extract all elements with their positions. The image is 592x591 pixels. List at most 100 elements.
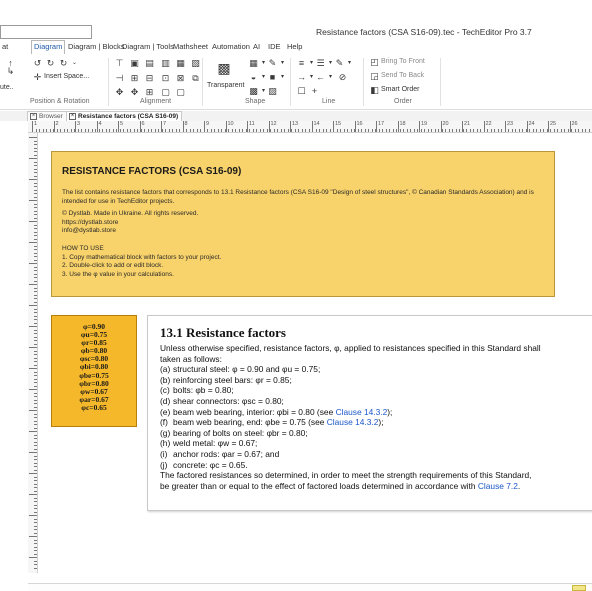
- group-icon[interactable]: ▢: [161, 88, 170, 97]
- close-icon[interactable]: ×: [69, 113, 76, 120]
- horizontal-ruler[interactable]: 1 2 3 4 5 6 7 8 9 10 11 12 13 14 15 16 17 18 19 20 21 22 23 24 2…: [28, 121, 592, 133]
- ruler-tick: [434, 129, 436, 132]
- shape-style-icon[interactable]: ◒: [249, 73, 258, 82]
- smart-order-button[interactable]: Smart Order: [381, 86, 420, 93]
- bring-to-front-icon[interactable]: ◰: [370, 58, 379, 67]
- rotate-icon[interactable]: ↻: [46, 59, 55, 68]
- quick-access-input[interactable]: [0, 25, 92, 39]
- standard-excerpt[interactable]: 13.1 Resistance factors Unless otherwise…: [147, 315, 592, 511]
- line-ends-icon[interactable]: ⊘: [338, 73, 347, 82]
- transparent-button[interactable]: Transparent: [207, 82, 244, 89]
- line-color-icon[interactable]: ✎: [335, 59, 344, 68]
- menu-help[interactable]: Help: [285, 41, 304, 52]
- clause-link[interactable]: Clause 14.3.2: [327, 417, 379, 427]
- menu-mathsheet[interactable]: Mathsheet: [171, 41, 210, 52]
- distribute-left-icon[interactable]: ✥: [115, 88, 124, 97]
- factors-math-block[interactable]: φ=0.90 φu=0.75 φr=0.85 φb=0.80 φsc=0.80 …: [51, 315, 137, 427]
- same-size-icon[interactable]: ⧉: [191, 74, 200, 83]
- ruler-tick: [34, 343, 37, 345]
- chevron-down-icon[interactable]: ▾: [307, 73, 316, 82]
- insert-space-icon[interactable]: ✛: [33, 73, 42, 82]
- menu-diagram[interactable]: Diagram: [31, 40, 66, 54]
- ruler-tick: [34, 522, 37, 523]
- bring-to-front-button[interactable]: Bring To Front: [381, 58, 425, 65]
- menu-automation[interactable]: Automation: [210, 41, 252, 52]
- rotate-left-icon[interactable]: ↺: [33, 59, 42, 68]
- align-top-icon[interactable]: ⊤: [115, 59, 124, 68]
- menu-diagram-tools[interactable]: Diagram | Tools: [120, 41, 176, 52]
- rotate-right-icon[interactable]: ↻: [59, 59, 68, 68]
- chevron-down-icon[interactable]: ▾: [326, 73, 335, 82]
- menu-diagram-blocks[interactable]: Diagram | Blocks: [66, 41, 127, 52]
- chevron-down-icon[interactable]: ▾: [278, 73, 287, 82]
- vertical-ruler[interactable]: [28, 133, 38, 573]
- distribute-right-icon[interactable]: ✥: [130, 88, 139, 97]
- align-left-icon[interactable]: ⊣: [115, 74, 124, 83]
- spacing-icon[interactable]: ⊞: [145, 88, 154, 97]
- ruler-tick: [252, 129, 254, 132]
- ungroup-icon[interactable]: ▢: [176, 88, 185, 97]
- fill-color-icon[interactable]: ■: [268, 73, 277, 82]
- align-center-icon[interactable]: ▦: [176, 59, 185, 68]
- menu-ai[interactable]: AI: [251, 41, 262, 52]
- ruler-tick: [56, 129, 58, 132]
- close-icon[interactable]: ×: [30, 113, 37, 120]
- ruler-tick: [522, 129, 523, 132]
- checkbox-icon[interactable]: ☐: [297, 87, 306, 96]
- insert-space-button[interactable]: Insert Space...: [44, 73, 89, 80]
- ruler-major-tick: [139, 121, 141, 132]
- image-icon[interactable]: ▨: [268, 87, 277, 96]
- same-height-icon[interactable]: ⊠: [176, 74, 185, 83]
- chevron-down-icon[interactable]: ▾: [326, 59, 335, 68]
- align-middle-icon[interactable]: ▣: [130, 59, 139, 68]
- chevron-down-icon[interactable]: ▾: [345, 59, 354, 68]
- arrow-left-icon[interactable]: ←: [316, 73, 325, 82]
- ruler-number: 5: [120, 121, 124, 127]
- chevron-down-icon[interactable]: ▾: [259, 87, 268, 96]
- ruler-tick: [34, 298, 37, 299]
- ruler-major-tick: [569, 121, 571, 132]
- arrow-right-icon[interactable]: →: [297, 73, 306, 82]
- tab-browser[interactable]: × Browser: [27, 111, 67, 121]
- truncated-button-label[interactable]: ute..: [0, 84, 14, 91]
- fill-style-icon[interactable]: ▦: [249, 59, 258, 68]
- list-item-label: (d): [160, 395, 171, 406]
- chevron-down-icon[interactable]: ▾: [259, 73, 268, 82]
- send-to-back-button[interactable]: Send To Back: [381, 72, 424, 79]
- move-right-icon[interactable]: ↳: [6, 67, 15, 76]
- ruler-tick: [410, 129, 411, 132]
- align-bottom-edge-icon[interactable]: ▧: [191, 59, 200, 68]
- smart-order-icon[interactable]: ◧: [370, 86, 379, 95]
- plus-icon[interactable]: +: [310, 87, 319, 96]
- ruler-tick: [102, 129, 103, 132]
- align-top-edge-icon[interactable]: ▥: [161, 59, 170, 68]
- ruler-tick: [34, 462, 37, 464]
- pen-color-icon[interactable]: ✎: [268, 59, 277, 68]
- chevron-down-icon[interactable]: ▾: [259, 59, 268, 68]
- info-block[interactable]: RESISTANCE FACTORS (CSA S16-09) The list…: [51, 151, 555, 297]
- ruler-tick: [34, 518, 37, 520]
- line-style-icon[interactable]: ≡: [297, 59, 306, 68]
- clause-link[interactable]: Clause 7.2: [478, 481, 518, 491]
- ruler-tick: [34, 277, 37, 278]
- tab-document[interactable]: × Resistance factors (CSA S16-09): [66, 111, 183, 121]
- distribute-h-icon[interactable]: ⊟: [145, 74, 154, 83]
- align-hcenter-icon[interactable]: ⊞: [130, 74, 139, 83]
- chevron-down-icon[interactable]: ▾: [278, 59, 287, 68]
- list-item-text: bolts: φb = 0.80;: [173, 385, 234, 396]
- same-width-icon[interactable]: ⊡: [161, 74, 170, 83]
- menu-ide[interactable]: IDE: [266, 41, 283, 52]
- diagram-canvas[interactable]: RESISTANCE FACTORS (CSA S16-09) The list…: [39, 133, 592, 573]
- transparency-checker-icon[interactable]: ▩: [216, 61, 232, 75]
- pattern-icon[interactable]: ▩: [249, 87, 258, 96]
- standard-intro: taken as follows:: [160, 353, 222, 364]
- align-bottom-icon[interactable]: ▤: [145, 59, 154, 68]
- ruler-tick: [34, 168, 37, 170]
- send-to-back-icon[interactable]: ◲: [370, 72, 379, 81]
- line-weight-icon[interactable]: ☰: [316, 59, 325, 68]
- chevron-down-icon[interactable]: ⌄: [70, 59, 79, 68]
- chevron-down-icon[interactable]: ▾: [307, 59, 316, 68]
- ruler-tick: [34, 235, 37, 236]
- clause-link[interactable]: Clause 14.3.2: [336, 407, 388, 417]
- menu-format[interactable]: at: [0, 41, 10, 52]
